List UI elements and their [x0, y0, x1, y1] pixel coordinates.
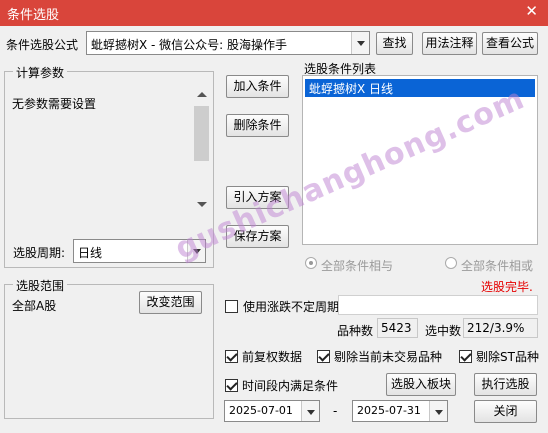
- execute-button[interactable]: 执行选股: [474, 373, 537, 396]
- close-button[interactable]: 关闭: [474, 400, 537, 423]
- range-title: 选股范围: [13, 277, 68, 294]
- all-or-label: 全部条件相或: [461, 259, 534, 273]
- exclude-untraded-checkbox[interactable]: [317, 350, 330, 363]
- params-message: 无参数需要设置: [12, 97, 97, 111]
- formula-select[interactable]: 蚍蜉撼树X - 微信公众号: 股海操作手: [86, 31, 370, 55]
- chevron-down-icon[interactable]: [301, 401, 319, 421]
- selected-label: 选中数: [425, 324, 462, 338]
- chevron-down-icon[interactable]: [429, 401, 447, 421]
- radio-all-or[interactable]: [445, 257, 457, 269]
- selected-field: 212/3.9%: [463, 318, 538, 338]
- chevron-down-icon[interactable]: [187, 240, 205, 262]
- close-icon[interactable]: ✕: [525, 2, 538, 20]
- variable-period-input[interactable]: [338, 295, 538, 315]
- params-scrollbar[interactable]: [193, 85, 210, 213]
- pre-adjust-label: 前复权数据: [242, 350, 303, 364]
- count-value: 5423: [381, 321, 412, 335]
- add-condition-button[interactable]: 加入条件: [226, 75, 289, 98]
- exclude-st-label: 剔除ST品种: [476, 350, 539, 364]
- count-label: 品种数: [337, 324, 374, 338]
- time-range-checkbox[interactable]: [225, 379, 238, 392]
- formula-value: 蚍蜉撼树X - 微信公众号: 股海操作手: [91, 38, 288, 52]
- end-date-picker[interactable]: 2025-07-31: [352, 400, 448, 422]
- import-scheme-button[interactable]: 引入方案: [226, 186, 289, 209]
- status-text: 选股完毕.: [481, 280, 533, 294]
- usage-notes-button[interactable]: 用法注释: [422, 32, 477, 55]
- chevron-down-icon[interactable]: [351, 32, 369, 54]
- start-date-value: 2025-07-01: [229, 404, 293, 417]
- variable-period-checkbox[interactable]: [225, 300, 238, 313]
- scroll-down-icon[interactable]: [197, 202, 207, 207]
- start-date-picker[interactable]: 2025-07-01: [224, 400, 320, 422]
- pre-adjust-checkbox[interactable]: [225, 350, 238, 363]
- search-button[interactable]: 查找: [376, 32, 413, 55]
- exclude-untraded-label: 剔除当前未交易品种: [334, 350, 443, 364]
- period-select[interactable]: 日线: [73, 239, 206, 263]
- variable-period-label: 使用涨跌不定周期: [243, 300, 340, 314]
- period-value: 日线: [78, 246, 103, 260]
- range-group: 选股范围 全部A股 改变范围: [4, 277, 214, 419]
- title-bar: 条件选股 ✕: [0, 0, 548, 26]
- formula-label: 条件选股公式: [6, 38, 79, 52]
- to-block-button[interactable]: 选股入板块: [386, 373, 456, 396]
- condition-list[interactable]: 蚍蜉撼树X 日线: [302, 75, 538, 245]
- condition-item-label: 蚍蜉撼树X 日线: [309, 82, 394, 96]
- params-group: 计算参数 无参数需要设置 选股周期: 日线: [4, 64, 214, 268]
- period-label: 选股周期:: [13, 246, 66, 260]
- end-date-value: 2025-07-31: [357, 404, 421, 417]
- params-title: 计算参数: [13, 64, 68, 81]
- exclude-st-checkbox[interactable]: [459, 350, 472, 363]
- selected-value: 212/3.9%: [467, 321, 525, 335]
- all-and-label: 全部条件相与: [321, 259, 394, 273]
- scroll-thumb[interactable]: [194, 106, 209, 161]
- view-formula-button[interactable]: 查看公式: [482, 32, 538, 55]
- radio-all-and[interactable]: [305, 257, 317, 269]
- scroll-up-icon[interactable]: [197, 92, 207, 97]
- window-title: 条件选股: [7, 8, 60, 23]
- date-separator: -: [333, 404, 338, 418]
- condition-list-item[interactable]: 蚍蜉撼树X 日线: [305, 79, 535, 97]
- change-range-button[interactable]: 改变范围: [139, 291, 202, 314]
- delete-condition-button[interactable]: 删除条件: [226, 114, 289, 137]
- range-value: 全部A股: [12, 299, 57, 313]
- time-range-label: 时间段内满足条件: [242, 379, 339, 393]
- save-scheme-button[interactable]: 保存方案: [226, 225, 289, 248]
- count-field: 5423: [377, 318, 418, 338]
